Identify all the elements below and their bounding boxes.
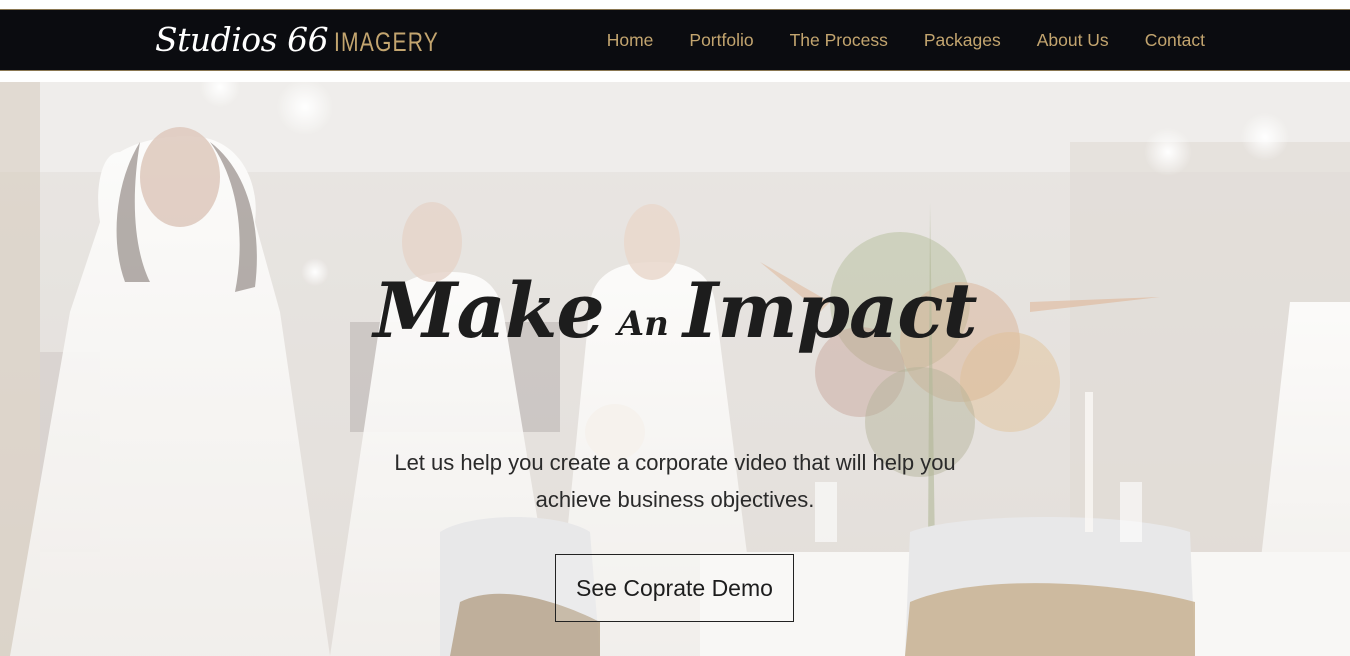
nav-item-portfolio[interactable]: Portfolio bbox=[689, 30, 753, 51]
hero-title-connector: An bbox=[617, 304, 669, 345]
hero-title-word-impact: Impact bbox=[682, 266, 978, 356]
nav-item-packages[interactable]: Packages bbox=[924, 30, 1001, 51]
nav-item-contact[interactable]: Contact bbox=[1145, 30, 1205, 51]
nav-item-the-process[interactable]: The Process bbox=[790, 30, 888, 51]
brand-logo-caps: IMAGERY bbox=[334, 27, 440, 57]
main-nav: Home Portfolio The Process Packages Abou… bbox=[607, 10, 1205, 70]
hero-title: Make An Impact bbox=[0, 273, 1350, 349]
brand-logo[interactable]: Studios 66 IMAGERY bbox=[155, 20, 469, 62]
hero-title-word-make: Make bbox=[373, 266, 604, 356]
hero-content: Make An Impact Let us help you create a co… bbox=[0, 82, 1350, 656]
nav-item-home[interactable]: Home bbox=[607, 30, 654, 51]
page: Studios 66 IMAGERY Home Portfolio The Pr… bbox=[0, 0, 1350, 656]
header-bar: Studios 66 IMAGERY Home Portfolio The Pr… bbox=[0, 9, 1350, 71]
see-corporate-demo-button[interactable]: See Coprate Demo bbox=[555, 554, 794, 622]
site-header: Studios 66 IMAGERY Home Portfolio The Pr… bbox=[0, 0, 1350, 82]
hero-subtitle: Let us help you create a corporate video… bbox=[394, 450, 956, 512]
nav-item-about-us[interactable]: About Us bbox=[1037, 30, 1109, 51]
hero-section: Make An Impact Let us help you create a co… bbox=[0, 82, 1350, 656]
brand-logo-script: Studios 66 bbox=[155, 20, 329, 59]
